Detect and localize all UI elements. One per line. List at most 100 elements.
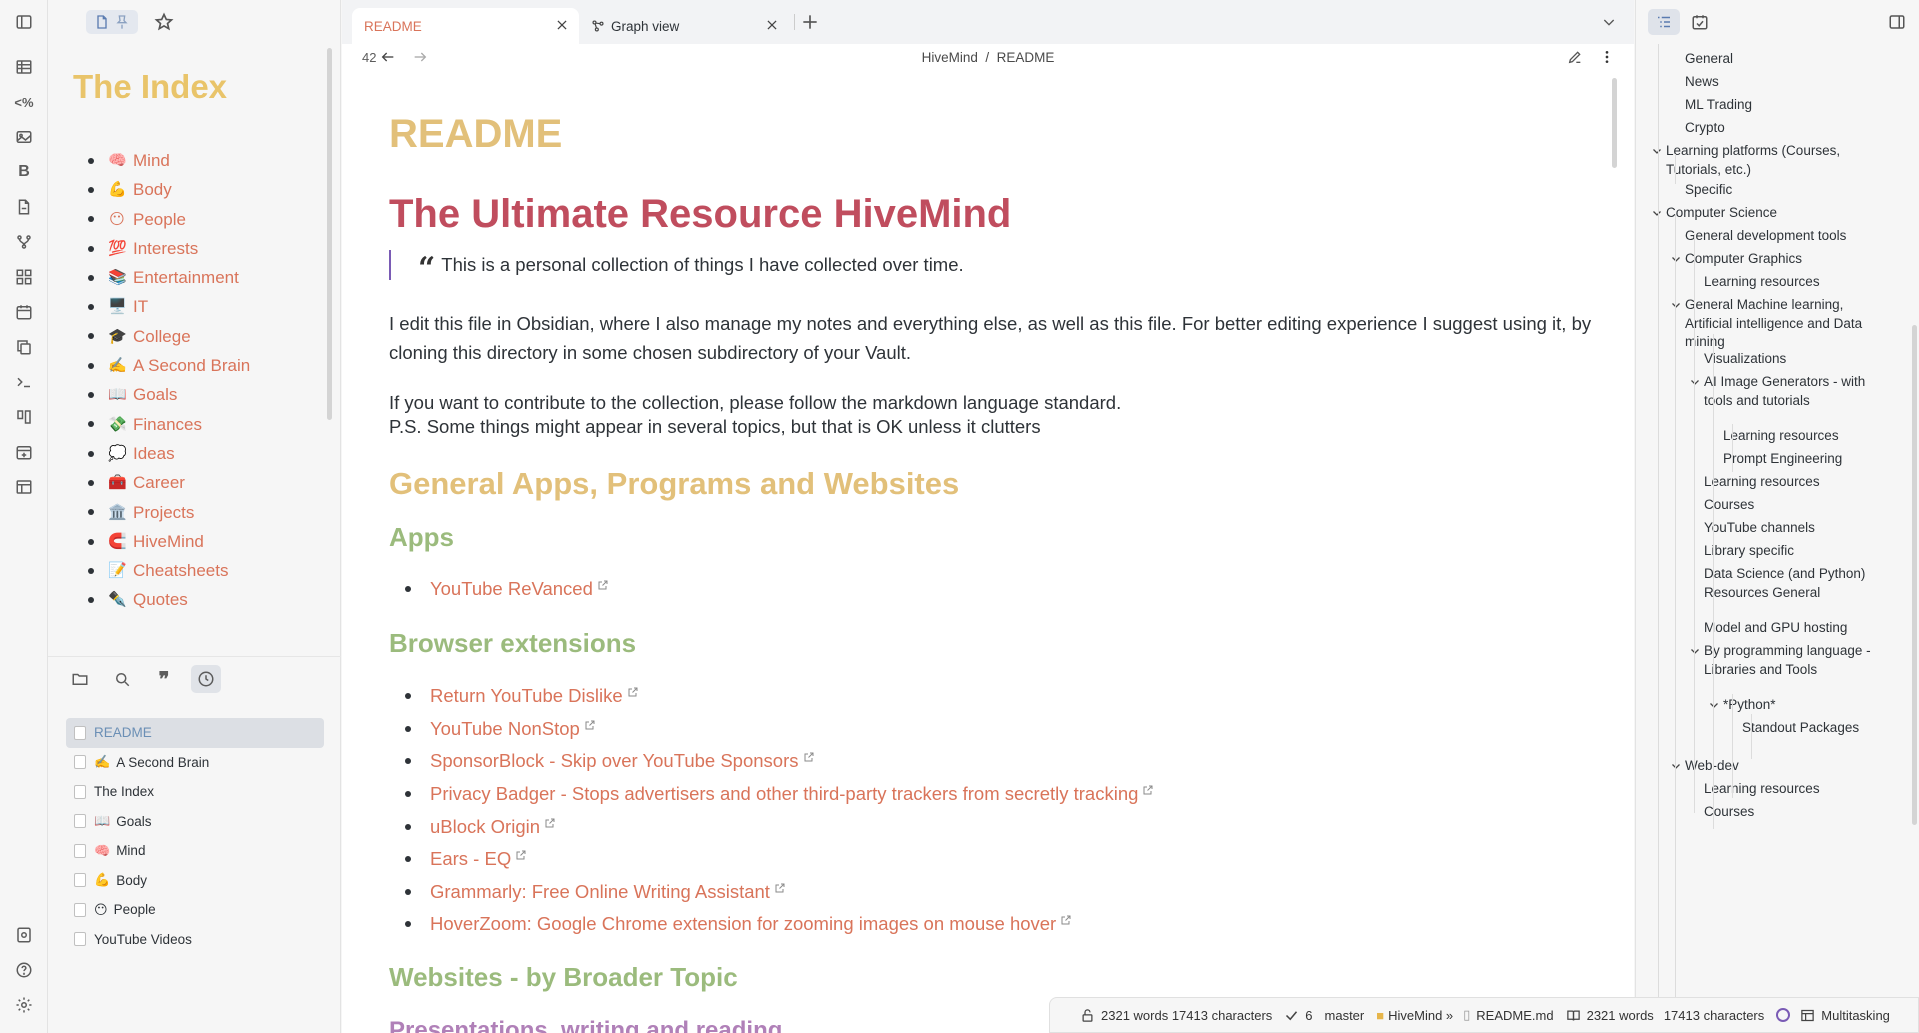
kanban-icon[interactable] xyxy=(12,405,36,429)
recent-file-item[interactable]: README xyxy=(66,718,324,748)
close-icon[interactable] xyxy=(765,18,779,32)
calendar-icon[interactable] xyxy=(12,300,36,324)
index-scrollbar[interactable] xyxy=(327,48,332,420)
outline-item[interactable]: Courses xyxy=(1704,496,1886,515)
index-item[interactable]: 🧰 Career xyxy=(88,468,250,497)
help-icon[interactable] xyxy=(12,958,36,982)
index-link[interactable]: People xyxy=(133,205,186,234)
link-item[interactable]: SponsorBlock - Skip over YouTube Sponsor… xyxy=(405,745,1154,778)
table-icon[interactable] xyxy=(12,55,36,79)
outline-item[interactable]: *Python* xyxy=(1723,696,1886,715)
pin-icon[interactable] xyxy=(114,14,130,30)
recent-file-item[interactable]: 💪 Body xyxy=(66,866,324,896)
quote-icon[interactable]: ❞ xyxy=(149,665,179,693)
outline-item[interactable]: Computer Graphics xyxy=(1685,250,1886,269)
index-link[interactable]: Body xyxy=(133,175,172,204)
link-item[interactable]: YouTube NonStop xyxy=(405,713,1154,746)
outline-item[interactable]: Learning resources xyxy=(1704,273,1886,292)
link-item[interactable]: HoverZoom: Google Chrome extension for z… xyxy=(405,908,1154,941)
mode-status[interactable]: Multitasking xyxy=(1776,1008,1890,1023)
more-vertical-icon[interactable] xyxy=(1599,49,1615,65)
settings-icon[interactable] xyxy=(12,993,36,1017)
breadcrumb[interactable]: HiveMind / README xyxy=(342,50,1634,65)
index-link[interactable]: College xyxy=(133,322,191,351)
external-link[interactable]: Ears - EQ xyxy=(430,848,511,870)
outline-item[interactable]: Learning resources xyxy=(1704,473,1886,492)
link-item[interactable]: Return YouTube Dislike xyxy=(405,680,1154,713)
index-item[interactable]: ✒️ Quotes xyxy=(88,585,250,614)
index-link[interactable]: IT xyxy=(133,292,148,321)
outline-scrollbar[interactable] xyxy=(1912,325,1917,825)
chevron-down-icon[interactable] xyxy=(1689,645,1701,657)
external-link[interactable]: Return YouTube Dislike xyxy=(430,685,623,707)
folder-icon[interactable] xyxy=(65,665,95,693)
recent-file-item[interactable]: The Index xyxy=(66,777,324,807)
index-item[interactable]: 📝 Cheatsheets xyxy=(88,556,250,585)
chevron-down-icon[interactable] xyxy=(1670,760,1682,772)
search-icon[interactable] xyxy=(107,665,137,693)
git-status[interactable]: 6 xyxy=(1284,1008,1313,1023)
gallery-icon[interactable] xyxy=(12,125,36,149)
pencil-icon[interactable] xyxy=(1567,49,1583,65)
chevron-down-icon[interactable] xyxy=(1708,699,1720,711)
index-item[interactable]: 🎓 College xyxy=(88,322,250,351)
index-item[interactable]: 🏛️ Projects xyxy=(88,498,250,527)
outline-item[interactable]: Prompt Engineering xyxy=(1723,450,1886,469)
left-tab-group[interactable] xyxy=(86,10,138,34)
index-link[interactable]: Cheatsheets xyxy=(133,556,228,585)
index-link[interactable]: Interests xyxy=(133,234,198,263)
index-link[interactable]: Ideas xyxy=(133,439,175,468)
recent-file-item[interactable]: 😶 People xyxy=(66,895,324,925)
chevron-down-icon[interactable] xyxy=(1651,207,1663,219)
external-link[interactable]: Grammarly: Free Online Writing Assistant xyxy=(430,881,770,903)
terminal-icon[interactable] xyxy=(12,370,36,394)
chevron-down-icon[interactable] xyxy=(1689,376,1701,388)
outline-item[interactable]: Learning resources xyxy=(1723,427,1886,446)
index-item[interactable]: 📖 Goals xyxy=(88,380,250,409)
outline-item[interactable]: By programming language - Libraries and … xyxy=(1704,642,1886,679)
outline-item[interactable]: YouTube channels xyxy=(1704,519,1886,538)
file-icon[interactable] xyxy=(94,14,110,30)
recent-file-item[interactable]: 📖 Goals xyxy=(66,807,324,837)
outline-item[interactable]: General development tools xyxy=(1685,227,1886,246)
git-branch-icon[interactable] xyxy=(12,230,36,254)
index-item[interactable]: 📚 Entertainment xyxy=(88,263,250,292)
index-link[interactable]: Goals xyxy=(133,380,177,409)
outline-item[interactable]: News xyxy=(1685,73,1886,92)
index-link[interactable]: Finances xyxy=(133,410,202,439)
index-link[interactable]: Projects xyxy=(133,498,194,527)
tab-readme[interactable]: README xyxy=(352,8,579,44)
outline-item[interactable]: Finance Collection xyxy=(1704,44,1886,49)
recent-file-item[interactable]: 🧠 Mind xyxy=(66,836,324,866)
external-link[interactable]: SponsorBlock - Skip over YouTube Sponsor… xyxy=(430,750,799,772)
star-icon[interactable] xyxy=(154,12,174,32)
file-path[interactable]: ■ HiveMind » ▯ README.md xyxy=(1376,1007,1553,1023)
close-icon[interactable] xyxy=(555,18,569,32)
file-export-icon[interactable] xyxy=(12,195,36,219)
index-item[interactable]: 🧠 Mind xyxy=(88,146,250,175)
outline-item[interactable]: Learning platforms (Courses, Tutorials, … xyxy=(1666,142,1886,179)
external-link[interactable]: HoverZoom: Google Chrome extension for z… xyxy=(430,913,1056,935)
external-link[interactable]: Privacy Badger - Stops advertisers and o… xyxy=(430,783,1138,805)
index-link[interactable]: Entertainment xyxy=(133,263,239,292)
plus-icon[interactable] xyxy=(800,12,820,32)
tab-graph-view[interactable]: Graph view xyxy=(579,8,789,44)
reading-stats[interactable]: 2321 words 17413 characters xyxy=(1566,1008,1764,1023)
outline-item[interactable]: Library specific xyxy=(1704,542,1886,561)
chevron-down-icon[interactable] xyxy=(1601,14,1617,30)
outline-item[interactable]: Web-dev xyxy=(1685,757,1886,776)
outline-item[interactable]: Model and GPU hosting xyxy=(1704,619,1886,638)
link-item[interactable]: Grammarly: Free Online Writing Assistant xyxy=(405,876,1154,909)
copy-icon[interactable] xyxy=(12,335,36,359)
outline-item[interactable]: Data Science (and Python) Resources Gene… xyxy=(1704,565,1886,602)
outline-item[interactable]: Courses xyxy=(1704,803,1886,822)
index-item[interactable]: 🖥️ IT xyxy=(88,292,250,321)
external-link[interactable]: uBlock Origin xyxy=(430,816,540,838)
recent-file-item[interactable]: YouTube Videos xyxy=(66,925,324,955)
bold-icon[interactable]: B xyxy=(12,160,36,184)
dashboard-icon[interactable] xyxy=(12,265,36,289)
link-item[interactable]: Privacy Badger - Stops advertisers and o… xyxy=(405,778,1154,811)
index-item[interactable]: 🧲 HiveMind xyxy=(88,527,250,556)
index-link[interactable]: HiveMind xyxy=(133,527,204,556)
outline-item[interactable]: General Machine learning, Artificial int… xyxy=(1685,296,1886,352)
